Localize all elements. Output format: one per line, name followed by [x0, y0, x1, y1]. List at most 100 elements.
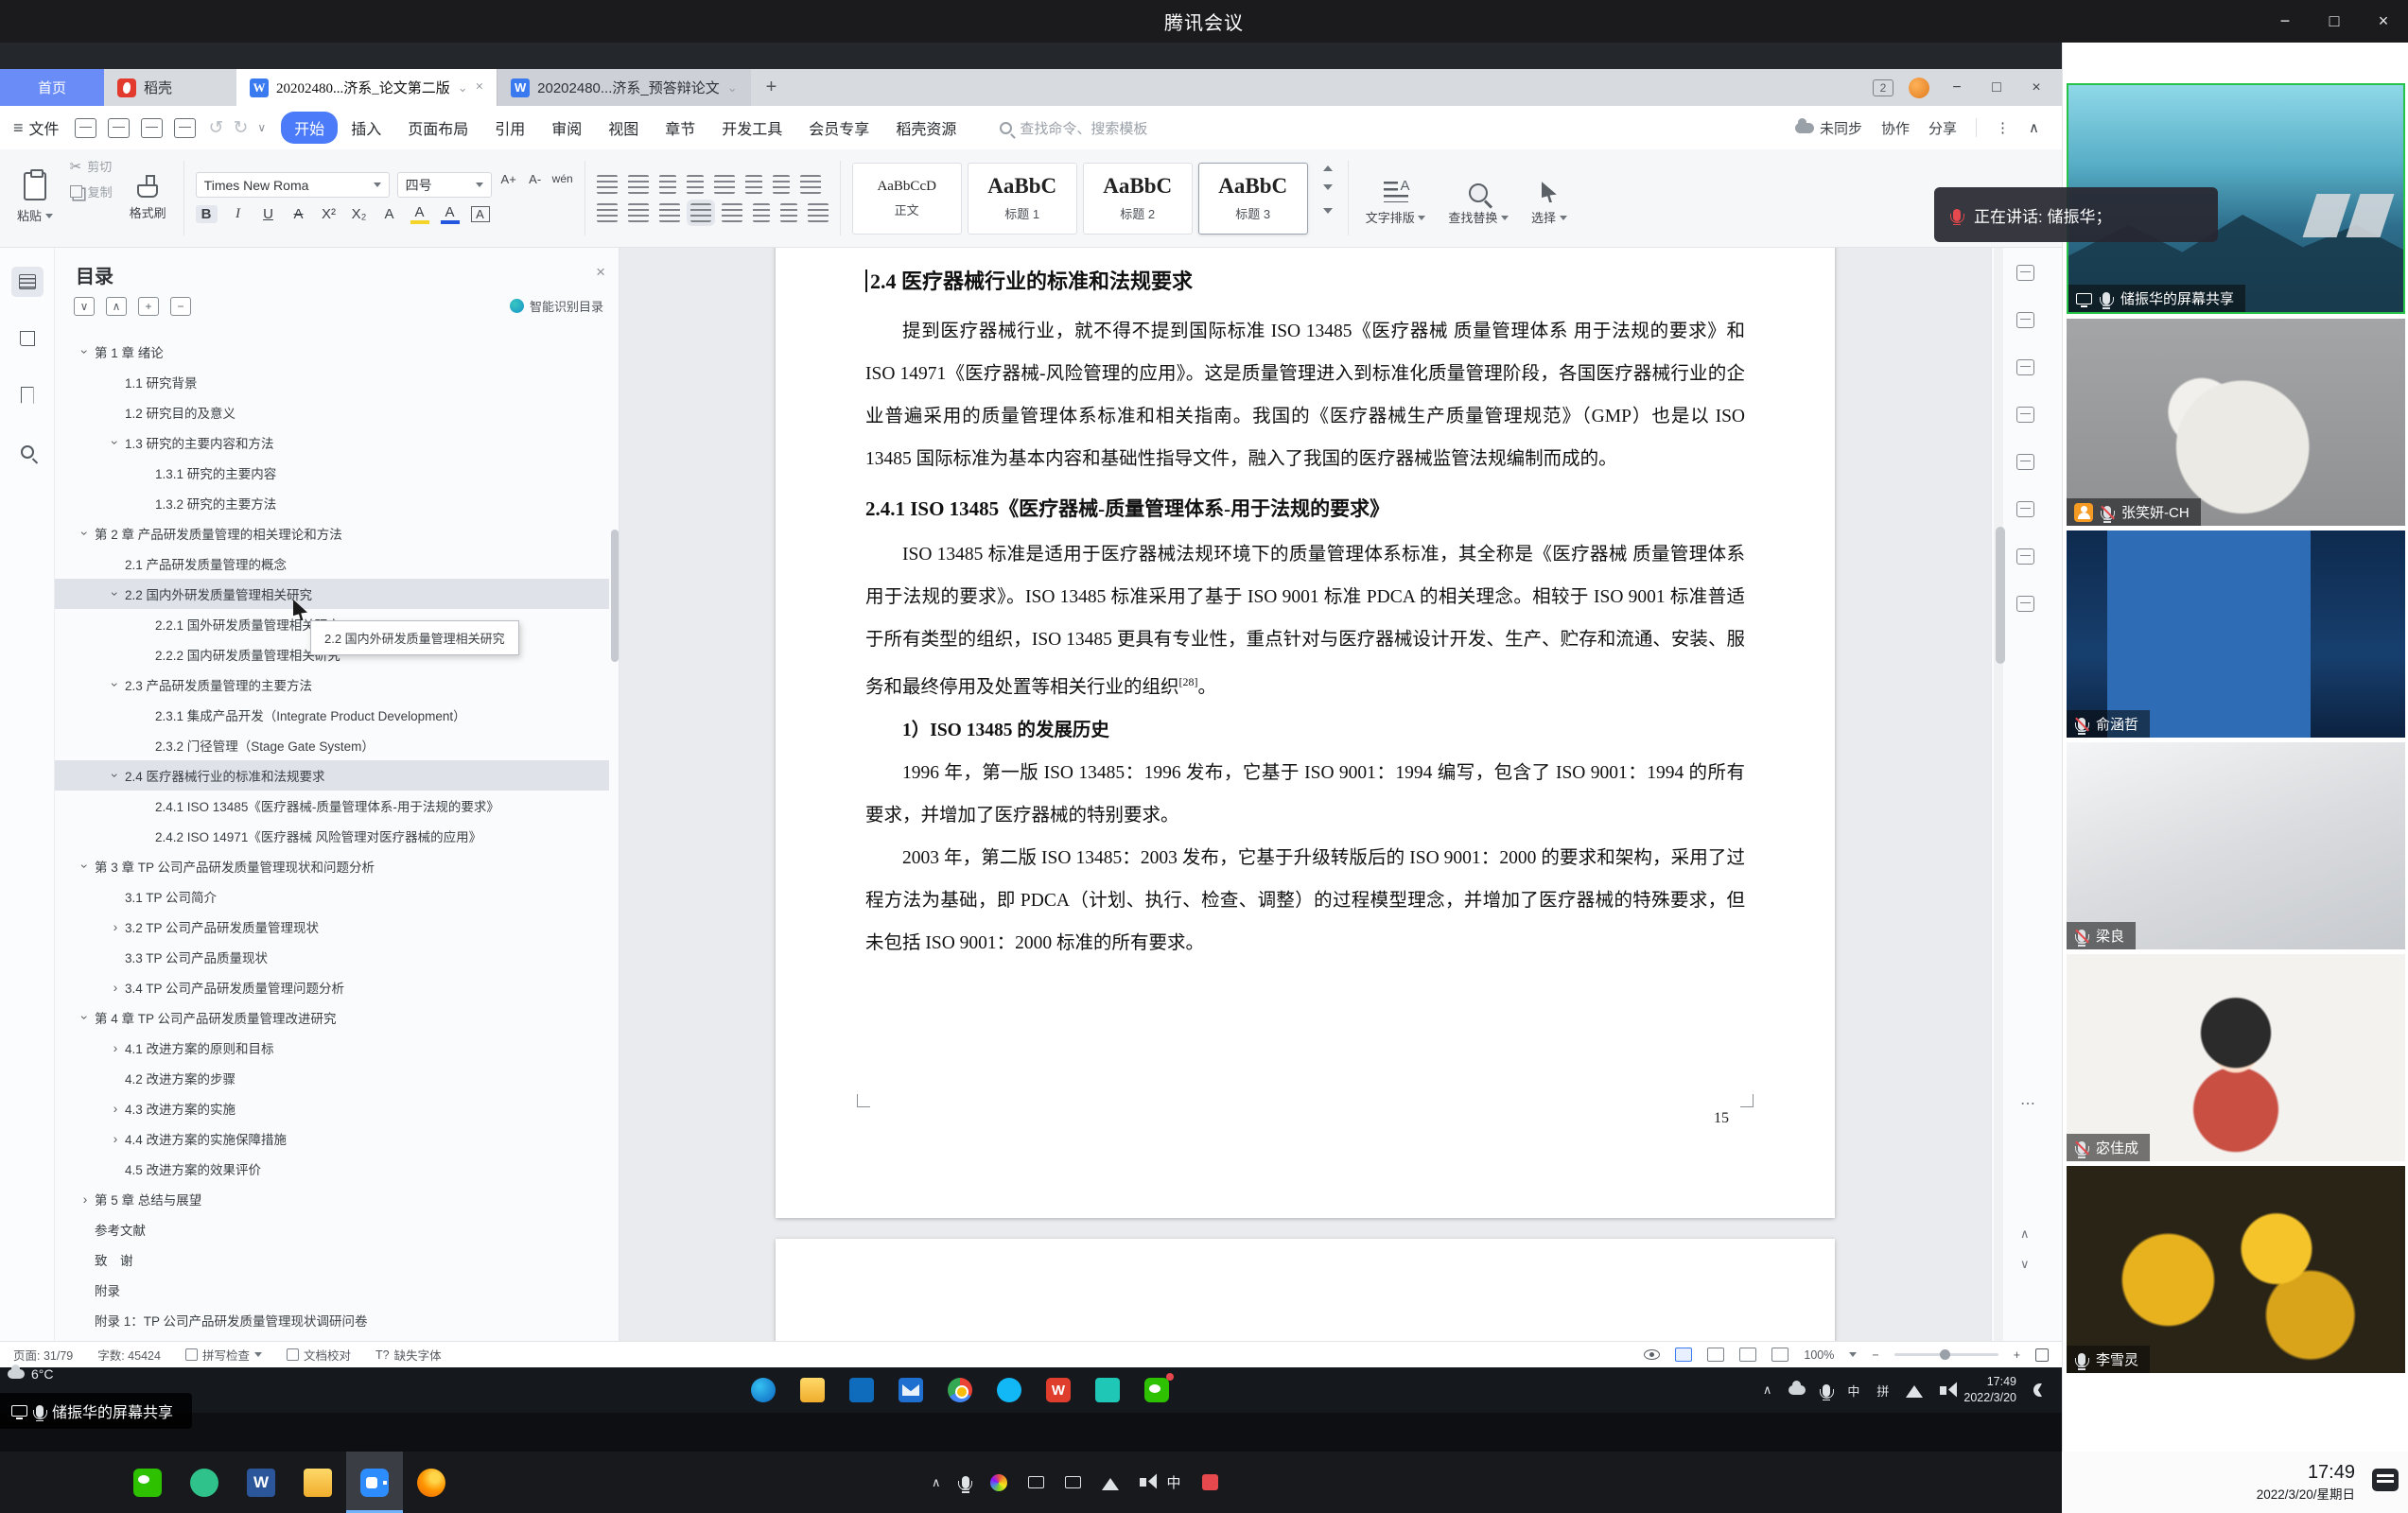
outline-item[interactable]: › 4.1 改进方案的原则和目标: [55, 1033, 609, 1063]
help-icon[interactable]: [2016, 454, 2034, 470]
cut-button[interactable]: ✂剪切: [70, 157, 113, 175]
wechat-icon[interactable]: [1132, 1367, 1181, 1413]
tencent-meeting-icon[interactable]: [346, 1452, 403, 1513]
color-management-icon[interactable]: [990, 1474, 1007, 1491]
outline-item[interactable]: 致 谢: [55, 1244, 609, 1275]
outline-item[interactable]: 2.4.2 ISO 14971《医疗器械 风险管理对医疗器械的应用》: [55, 821, 609, 851]
store-icon[interactable]: [837, 1367, 886, 1413]
doc-subheading[interactable]: 1）ISO 13485 的发展历史: [865, 709, 1745, 752]
text-effects-button[interactable]: A: [380, 206, 399, 222]
close-icon[interactable]: ×: [596, 263, 605, 282]
zoom-slider[interactable]: [1894, 1353, 1998, 1356]
outline-item[interactable]: › 第 3 章 TP 公司产品研发质量管理现状和问题分析: [55, 851, 609, 881]
chevron-icon[interactable]: ›: [76, 1191, 95, 1207]
tray-chevron-icon[interactable]: ∧: [932, 1475, 941, 1490]
menu-item[interactable]: 页面布局: [394, 112, 481, 144]
pointer-icon[interactable]: [2016, 359, 2034, 375]
cloud-icon[interactable]: [1789, 1385, 1806, 1395]
scrollbar-thumb[interactable]: [1996, 527, 2005, 664]
李雪灵[interactable]: 李雪灵: [2067, 1166, 2405, 1373]
shared-clock[interactable]: 17:49 2022/3/20: [1963, 1374, 2016, 1406]
sort-icon[interactable]: [745, 175, 762, 194]
focus-assist-icon[interactable]: [2033, 1383, 2047, 1397]
document-scrollbar[interactable]: [1994, 248, 2003, 1341]
outline-item[interactable]: 1.1 研究背景: [55, 367, 609, 397]
spell-check-button[interactable]: 拼写检查: [185, 1346, 262, 1364]
bookmark-pane-button[interactable]: [11, 380, 44, 410]
search-pane-button[interactable]: [11, 437, 44, 467]
ime-pinyin-icon[interactable]: 拼: [1876, 1382, 1889, 1400]
file-explorer-icon[interactable]: [289, 1452, 346, 1513]
outline-item[interactable]: 2.3.1 集成产品开发（Integrate Product Developme…: [55, 700, 609, 730]
outline-item[interactable]: 1.3.2 研究的主要方法: [55, 488, 609, 518]
file-explorer-icon[interactable]: [788, 1367, 837, 1413]
chevron-icon[interactable]: ›: [106, 1101, 125, 1116]
doc-paragraph[interactable]: 2003 年，第二版 ISO 13485：2003 发布，它基于升级转版后的 I…: [865, 837, 1745, 965]
missing-font-button[interactable]: T?缺失字体: [375, 1346, 442, 1364]
security-app-icon[interactable]: [1202, 1474, 1218, 1490]
chevron-icon[interactable]: ›: [108, 766, 123, 785]
increase-indent-icon[interactable]: [687, 175, 704, 194]
chevron-icon[interactable]: ›: [106, 1040, 125, 1055]
outline-item[interactable]: › 3.4 TP 公司产品研发质量管理问题分析: [55, 972, 609, 1002]
张笑妍-CH[interactable]: 张笑妍-CH: [2067, 319, 2405, 526]
outline-item[interactable]: 4.5 改进方案的效果评价: [55, 1154, 609, 1184]
proofread-button[interactable]: 文档校对: [287, 1346, 351, 1364]
tab-pin-icon[interactable]: ⌄: [458, 80, 468, 96]
chevron-icon[interactable]: ›: [106, 919, 125, 934]
tab-pin-icon[interactable]: ⌄: [727, 80, 738, 96]
printer-icon[interactable]: [1065, 1476, 1081, 1488]
outline-item[interactable]: › 第 5 章 总结与展望: [55, 1184, 609, 1214]
outline-item[interactable]: › 第 2 章 产品研发质量管理的相关理论和方法: [55, 518, 609, 548]
tab-document-2[interactable]: W 20202480...济系_预答辩论文 ⌄: [497, 69, 751, 106]
strikethrough-button[interactable]: A: [289, 206, 308, 222]
outline-item[interactable]: › 2.4 医疗器械行业的标准和法规要求: [55, 760, 609, 791]
wrap-icon[interactable]: [773, 175, 790, 194]
tune-icon[interactable]: [2016, 407, 2034, 423]
bold-button[interactable]: B: [196, 205, 218, 223]
file-menu[interactable]: ≡ 文件: [13, 116, 60, 139]
expand-item-button[interactable]: ∨: [74, 297, 95, 316]
chevron-down-icon[interactable]: [1849, 1352, 1857, 1361]
outline-item[interactable]: 参考文献: [55, 1214, 609, 1244]
outline-item[interactable]: 1.2 研究目的及意义: [55, 397, 609, 427]
more-tools-icon[interactable]: ⋯: [2020, 1094, 2037, 1113]
photos-icon[interactable]: [1083, 1367, 1132, 1413]
start-button[interactable]: [591, 1367, 640, 1413]
comment-icon[interactable]: [2016, 265, 2034, 281]
align-left-icon[interactable]: [597, 203, 618, 222]
collapse-ribbon-icon[interactable]: ∧: [2029, 119, 2039, 136]
select-button[interactable]: 选择: [1526, 157, 1573, 239]
minimize-icon[interactable]: −: [2260, 11, 2310, 31]
style-gallery-more-icon[interactable]: [1323, 208, 1333, 218]
menu-item[interactable]: 引用: [481, 112, 538, 144]
more-options-icon[interactable]: ⋮: [1996, 119, 2010, 136]
outline-item[interactable]: › 2.2 国内外研发质量管理相关研究: [55, 579, 609, 609]
outline-item[interactable]: › 2.3 产品研发质量管理的主要方法: [55, 670, 609, 700]
word-count[interactable]: 字数: 45424: [97, 1346, 161, 1364]
collaborators-count-badge[interactable]: 2: [1873, 79, 1893, 96]
outline-item[interactable]: 2.4.1 ISO 13485《医疗器械-质量管理体系-用于法规的要求》: [55, 791, 609, 821]
ime-lang-icon[interactable]: 中: [1847, 1382, 1859, 1400]
doc-paragraph[interactable]: ISO 13485 标准是适用于医疗器械法规环境下的质量管理体系标准，其全称是《…: [865, 533, 1745, 709]
align-right-icon[interactable]: [659, 203, 680, 222]
qq-icon[interactable]: [985, 1367, 1034, 1413]
redo-icon[interactable]: ↻: [233, 117, 248, 139]
firefox-icon[interactable]: [403, 1452, 460, 1513]
highlight-button[interactable]: A: [410, 204, 429, 224]
wps-minimize-icon[interactable]: −: [1945, 79, 1969, 96]
chevron-icon[interactable]: ›: [108, 584, 123, 603]
underline-button[interactable]: U: [259, 206, 278, 222]
outline-item[interactable]: 2.3.2 门径管理（Stage Gate System）: [55, 730, 609, 760]
align-center-icon[interactable]: [628, 203, 649, 222]
font-size-select[interactable]: 四号: [397, 172, 492, 198]
menu-item[interactable]: 插入: [338, 112, 394, 144]
decrease-indent-icon[interactable]: [659, 175, 676, 194]
new-tab-button[interactable]: +: [751, 69, 793, 106]
page-indicator[interactable]: 页面: 31/79: [13, 1346, 73, 1364]
style-scroll-up-icon[interactable]: [1323, 161, 1333, 171]
edge-icon[interactable]: [739, 1367, 788, 1413]
stamp-icon[interactable]: [2016, 596, 2034, 612]
volume-icon[interactable]: [1940, 1386, 1946, 1395]
text-direction-icon[interactable]: [714, 175, 735, 194]
